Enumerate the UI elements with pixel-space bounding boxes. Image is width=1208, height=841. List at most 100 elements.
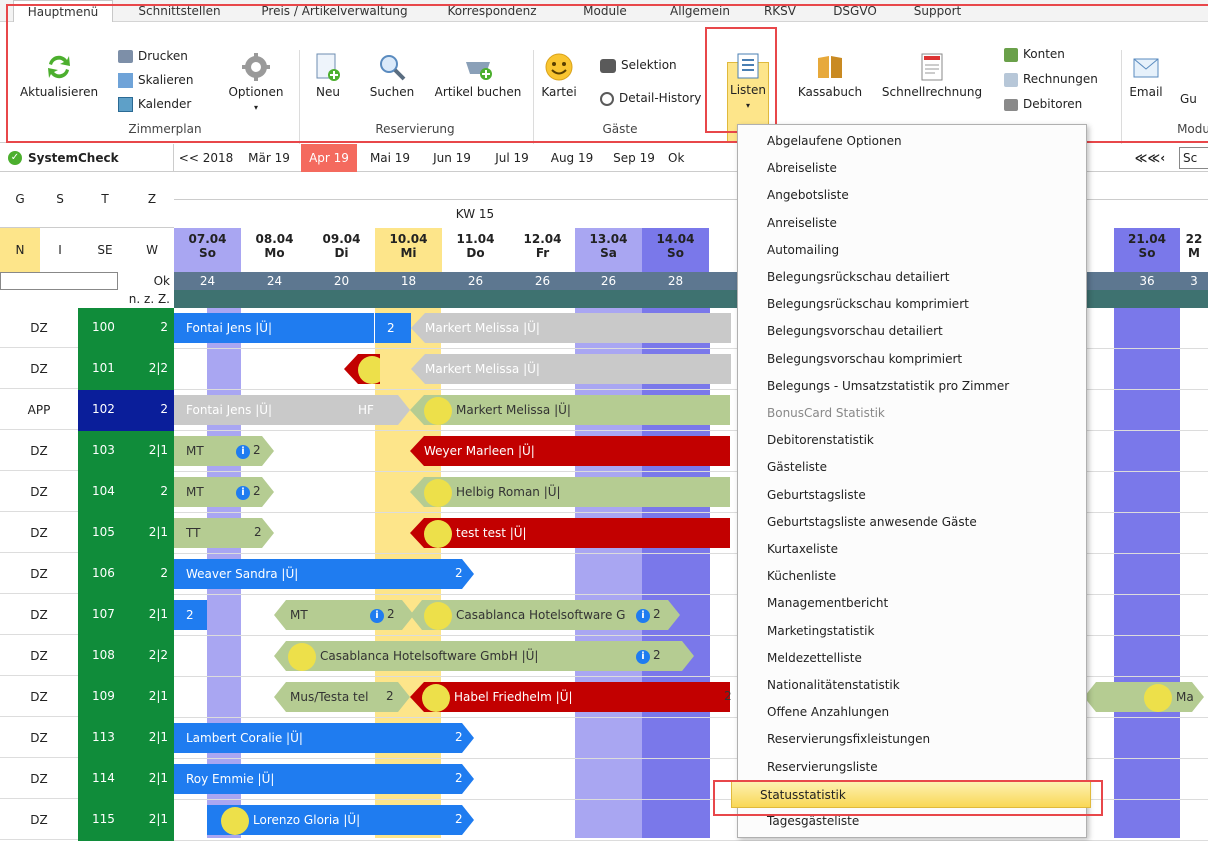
booking-bar[interactable]: Markert Melissa |Ü| <box>411 354 731 384</box>
dropdown-item[interactable]: Kurtaxeliste <box>739 535 1085 563</box>
room-number-cell[interactable]: 104 2 <box>78 472 174 513</box>
filter-g[interactable]: G <box>0 192 40 206</box>
month-jul[interactable]: Jul 19 <box>484 144 540 172</box>
booking-bar[interactable]: Markert Melissa |Ü| <box>411 313 731 343</box>
tab-allgemein[interactable]: Allgemein <box>660 0 740 22</box>
booking-bar[interactable]: Weyer Marleen |Ü| <box>410 436 730 466</box>
filter-s[interactable]: S <box>40 192 80 206</box>
dropdown-item[interactable]: Geburtstagsliste anwesende Gäste <box>739 508 1085 536</box>
tab-support[interactable]: Support <box>900 0 975 22</box>
tab-korrespondenz[interactable]: Korrespondenz <box>437 0 547 22</box>
dropdown-item[interactable]: Marketingstatistik <box>739 617 1085 645</box>
filter-t[interactable]: T <box>80 192 130 206</box>
month-mar[interactable]: Mär 19 <box>241 144 297 172</box>
filter-se[interactable]: SE <box>80 228 130 272</box>
systemcheck-button[interactable]: ✓ SystemCheck <box>0 144 174 172</box>
room-row[interactable]: APP 102 2 <box>0 390 174 431</box>
artikel-buchen-button[interactable]: Artikel buchen <box>428 52 528 99</box>
dropdown-item[interactable]: Debitorenstatistik <box>739 426 1085 454</box>
booking-bar[interactable]: Fontai Jens |Ü| <box>174 313 374 343</box>
detail-history-button[interactable]: Detail-History <box>600 88 701 108</box>
booking-bar[interactable]: 2 <box>344 354 380 384</box>
day-header[interactable]: 07.04 So <box>174 228 241 272</box>
room-row[interactable]: DZ 105 2|1 <box>0 513 174 554</box>
search-field[interactable]: Sc <box>1179 147 1208 169</box>
month-aug[interactable]: Aug 19 <box>544 144 600 172</box>
tab-dsgvo[interactable]: DSGVO <box>820 0 890 22</box>
day-header[interactable]: 13.04 Sa <box>575 228 642 272</box>
booking-bar[interactable]: Fontai Jens |Ü| <box>174 395 354 425</box>
room-number-cell[interactable]: 107 2|1 <box>78 595 174 636</box>
dropdown-item[interactable]: Reservierungsliste <box>739 753 1085 781</box>
konten-button[interactable]: Konten <box>1004 44 1065 64</box>
dropdown-item[interactable]: BonusCard Statistik <box>739 399 1085 427</box>
tab-module[interactable]: Module <box>565 0 645 22</box>
listen-button[interactable]: Listen ▾ <box>727 52 769 111</box>
filter-input[interactable] <box>0 272 118 290</box>
kalender-button[interactable]: Kalender <box>118 94 191 114</box>
dropdown-item[interactable]: Belegungsvorschau komprimiert <box>739 345 1085 373</box>
booking-bar[interactable]: Markert Melissa |Ü| <box>410 395 730 425</box>
room-row[interactable]: DZ 108 2|2 <box>0 636 174 677</box>
day-header[interactable]: 14.04 So <box>642 228 709 272</box>
room-row[interactable]: DZ 106 2 <box>0 554 174 595</box>
rechnungen-button[interactable]: Rechnungen <box>1004 69 1098 89</box>
room-row[interactable]: DZ 101 2|2 <box>0 349 174 390</box>
filter-n[interactable]: N <box>0 228 40 272</box>
month-sep[interactable]: Sep 19 <box>606 144 662 172</box>
tab-rksv[interactable]: RKSV <box>750 0 810 22</box>
dropdown-item[interactable]: Managementbericht <box>739 589 1085 617</box>
email-button[interactable]: Email <box>1124 52 1168 99</box>
booking-bar[interactable]: Lorenzo Gloria |Ü| <box>207 805 474 835</box>
dropdown-item[interactable]: Statusstatistik <box>731 779 1091 808</box>
room-row[interactable]: DZ 113 2|1 <box>0 718 174 759</box>
room-number-cell[interactable]: 113 2|1 <box>78 718 174 759</box>
room-number-cell[interactable]: 102 2 <box>78 390 174 431</box>
month-mai[interactable]: Mai 19 <box>362 144 418 172</box>
dropdown-item[interactable]: Anreiseliste <box>739 209 1085 237</box>
dropdown-item[interactable]: Reservierungsfixleistungen <box>739 725 1085 753</box>
room-row[interactable]: DZ 114 2|1 <box>0 759 174 800</box>
dropdown-item[interactable]: Angebotsliste <box>739 181 1085 209</box>
dropdown-item[interactable]: Gästeliste <box>739 453 1085 481</box>
room-number-cell[interactable]: 115 2|1 <box>78 800 174 841</box>
kassabuch-button[interactable]: Kassabuch <box>790 52 870 99</box>
tab-preis-artikelverwaltung[interactable]: Preis / Artikelverwaltung <box>252 0 417 22</box>
booking-bar[interactable]: Casablanca Hotelsoftware GmbH |Ü| <box>274 641 694 671</box>
room-number-cell[interactable]: 100 2 <box>78 308 174 349</box>
drucken-button[interactable]: Drucken <box>118 46 188 66</box>
suchen-button[interactable]: Suchen <box>362 52 422 99</box>
month-apr[interactable]: Apr 19 <box>301 144 357 172</box>
dropdown-item[interactable]: Belegungsvorschau detailiert <box>739 317 1085 345</box>
room-row[interactable]: DZ 107 2|1 <box>0 595 174 636</box>
filter-i[interactable]: I <box>40 228 80 272</box>
room-number-cell[interactable]: 114 2|1 <box>78 759 174 800</box>
selektion-button[interactable]: Selektion <box>600 55 677 75</box>
neu-button[interactable]: Neu <box>303 52 353 99</box>
day-header[interactable]: 22 M <box>1180 228 1208 272</box>
dropdown-item[interactable]: Abgelaufene Optionen <box>739 127 1085 155</box>
booking-bar[interactable]: Habel Friedhelm |Ü| <box>410 682 730 712</box>
day-header[interactable]: 08.04 Mo <box>241 228 308 272</box>
room-number-cell[interactable]: 109 2|1 <box>78 677 174 718</box>
ok-button[interactable]: Ok <box>118 272 174 290</box>
dropdown-item[interactable]: Geburtstagsliste <box>739 481 1085 509</box>
day-header[interactable]: 11.04 Do <box>442 228 509 272</box>
day-header[interactable]: 10.04 Mi <box>375 228 442 272</box>
room-row[interactable]: DZ 100 2 <box>0 308 174 349</box>
booking-bar[interactable]: Weaver Sandra |Ü| <box>174 559 474 589</box>
month-prev-year[interactable]: << 2018 <box>176 144 236 172</box>
dropdown-item[interactable]: Belegungsrückschau detailiert <box>739 263 1085 291</box>
room-row[interactable]: DZ 109 2|1 <box>0 677 174 718</box>
month-okt[interactable]: Ok <box>664 144 714 172</box>
tab-hauptmenue[interactable]: Hauptmenü <box>13 0 113 23</box>
dropdown-item[interactable]: Tagesgästeliste <box>739 807 1085 835</box>
booking-bar[interactable]: test test |Ü| <box>410 518 730 548</box>
dropdown-item[interactable]: Offene Anzahlungen <box>739 698 1085 726</box>
dropdown-item[interactable]: Abreiseliste <box>739 154 1085 182</box>
room-number-cell[interactable]: 101 2|2 <box>78 349 174 390</box>
room-number-cell[interactable]: 108 2|2 <box>78 636 174 677</box>
room-row[interactable]: DZ 104 2 <box>0 472 174 513</box>
dropdown-item[interactable]: Nationalitätenstatistik <box>739 671 1085 699</box>
dropdown-item[interactable]: Meldezettelliste <box>739 644 1085 672</box>
